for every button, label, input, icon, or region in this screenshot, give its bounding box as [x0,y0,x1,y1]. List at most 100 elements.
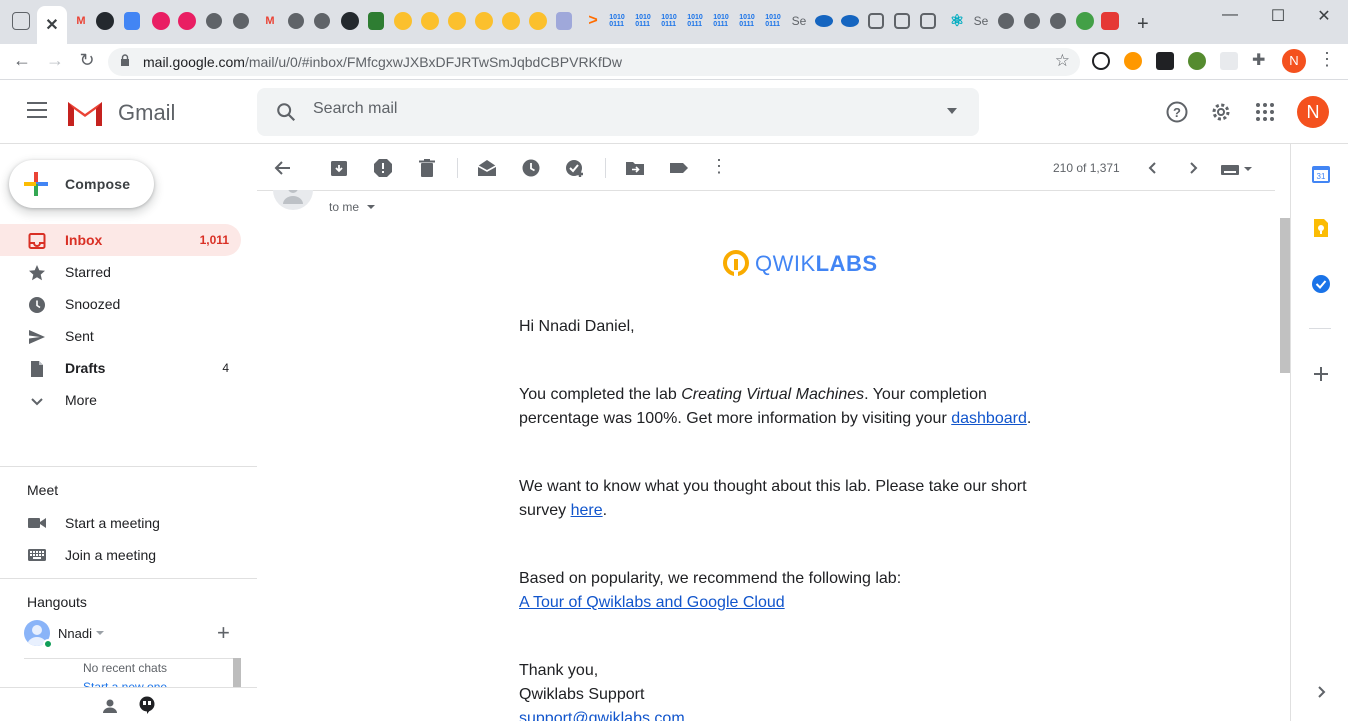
maximize-button[interactable]: ☐ [1268,6,1288,26]
tab-binary-icon[interactable]: 1010 0111 [606,10,628,32]
calendar-icon[interactable]: 31 [1311,164,1331,184]
reload-button[interactable]: ↻ [75,50,99,71]
tab-book-icon[interactable] [920,13,936,29]
mark-unread-icon[interactable] [477,158,497,178]
gmail-logo-icon[interactable] [66,98,104,126]
tab-binary-icon[interactable]: 1010 0111 [736,10,758,32]
tab-media-icon[interactable] [152,12,170,30]
extension-search-icon[interactable] [1092,52,1110,70]
tab-media-icon[interactable] [178,12,196,30]
tab-globe-icon[interactable] [288,13,304,29]
new-tab-button[interactable]: + [1137,13,1149,36]
tab-se-icon[interactable]: Se [788,10,810,32]
message-scroll-area[interactable]: to me QWIKLABS Hi Nnadi Daniel, You comp… [257,190,1290,721]
help-icon[interactable]: ? [1165,100,1189,124]
sidebar-item-inbox[interactable]: Inbox 1,011 [0,224,241,256]
tab-reader-icon[interactable] [12,12,30,30]
puzzle-icon[interactable]: ✚ [1252,50,1270,69]
keep-notes-icon[interactable] [1311,218,1331,238]
back-button[interactable]: ← [10,50,34,71]
join-meeting-item[interactable]: Join a meeting [0,540,257,570]
close-icon[interactable]: ✕ [45,15,58,35]
recipient-text[interactable]: to me [329,200,359,214]
dashboard-link[interactable]: dashboard [951,410,1027,427]
apps-grid-icon[interactable] [1253,100,1277,124]
tab-github-icon[interactable] [96,12,114,30]
tab-book-icon[interactable] [894,13,910,29]
tab-site-icon[interactable] [368,12,384,30]
add-to-tasks-icon[interactable] [565,158,585,178]
delete-trash-icon[interactable] [417,158,437,178]
tab-site-icon[interactable] [475,12,493,30]
get-addons-plus-icon[interactable] [1311,364,1331,384]
archive-icon[interactable] [329,158,349,178]
extension-icon[interactable] [1156,52,1174,70]
tab-globe-icon[interactable] [314,13,330,29]
tab-docs-icon[interactable] [124,12,140,30]
tab-site-icon[interactable] [394,12,412,30]
tab-globe-icon[interactable] [1024,13,1040,29]
tab-globe-icon[interactable] [233,13,249,29]
back-arrow-icon[interactable] [273,158,293,178]
tab-site-icon[interactable] [815,15,833,27]
tab-globe-icon[interactable] [998,13,1014,29]
url-text[interactable]: mail.google.com/mail/u/0/#inbox/FMfcgxwJ… [143,54,622,70]
tab-binary-icon[interactable]: 1010 0111 [658,10,680,32]
label-tag-icon[interactable] [669,158,689,178]
tab-book-icon[interactable] [868,13,884,29]
older-chevron-right-icon[interactable] [1183,158,1203,178]
show-details-caret-icon[interactable] [367,205,375,209]
search-bar[interactable] [257,88,979,136]
main-menu-icon[interactable] [27,102,47,118]
browser-profile-avatar[interactable]: N [1282,49,1306,73]
tab-site-icon[interactable] [502,12,520,30]
tab-binary-icon[interactable]: 1010 0111 [710,10,732,32]
search-options-icon[interactable] [947,108,957,114]
settings-gear-icon[interactable] [1209,100,1233,124]
forward-button[interactable]: → [43,50,67,71]
account-avatar[interactable]: N [1297,96,1329,128]
message-scrollbar-thumb[interactable] [1280,218,1290,373]
tab-gmail-icon[interactable]: M [70,10,92,32]
hangouts-user[interactable]: Nnadi + [24,618,244,649]
minimize-button[interactable]: — [1220,6,1240,24]
compose-button[interactable]: Compose [9,160,154,208]
tab-se-icon[interactable]: Se [970,10,992,32]
start-meeting-item[interactable]: Start a meeting [0,508,257,538]
tab-gmail-icon[interactable]: M [259,10,281,32]
support-email-link[interactable]: support@qwiklabs.com [519,707,685,721]
status-caret-icon[interactable] [96,631,104,635]
extension-icon[interactable] [1188,52,1206,70]
tab-react-icon[interactable]: ⚛ [946,10,968,32]
sidebar-item-more[interactable]: More [0,384,241,416]
sender-avatar[interactable] [273,190,313,210]
extension-icon[interactable] [1124,52,1142,70]
survey-link[interactable]: here [571,502,603,519]
browser-menu-icon[interactable]: ⋮ [1318,49,1336,70]
close-window-button[interactable]: ✕ [1314,6,1334,26]
report-spam-icon[interactable] [373,158,393,178]
sidebar-item-sent[interactable]: Sent [0,320,241,352]
tab-globe-icon[interactable] [206,13,222,29]
tab-site-icon[interactable] [529,12,547,30]
tasks-icon[interactable] [1311,274,1331,294]
tab-globe-icon[interactable] [1050,13,1066,29]
tab-binary-icon[interactable]: 1010 0111 [762,10,784,32]
hangouts-chat-icon[interactable] [138,696,156,714]
tab-terminal-icon[interactable]: > [582,10,604,32]
tab-github-icon[interactable] [341,12,359,30]
expand-panel-chevron-icon[interactable] [1311,682,1331,702]
move-to-icon[interactable] [625,158,645,178]
tab-active[interactable]: ✕ [37,6,67,44]
new-chat-plus-icon[interactable]: + [217,620,230,646]
recommended-lab-link[interactable]: A Tour of Qwiklabs and Google Cloud [519,594,785,611]
sidebar-item-starred[interactable]: Starred [0,256,241,288]
tab-site-icon[interactable] [556,12,572,30]
snooze-clock-icon[interactable] [521,158,541,178]
more-options-icon[interactable]: ⋮ [709,156,729,176]
tab-site-icon[interactable] [1076,12,1094,30]
contacts-person-icon[interactable] [102,698,118,714]
tab-binary-icon[interactable]: 1010 0111 [632,10,654,32]
hangouts-scrollbar[interactable] [233,658,241,688]
extension-icon[interactable] [1220,52,1238,70]
